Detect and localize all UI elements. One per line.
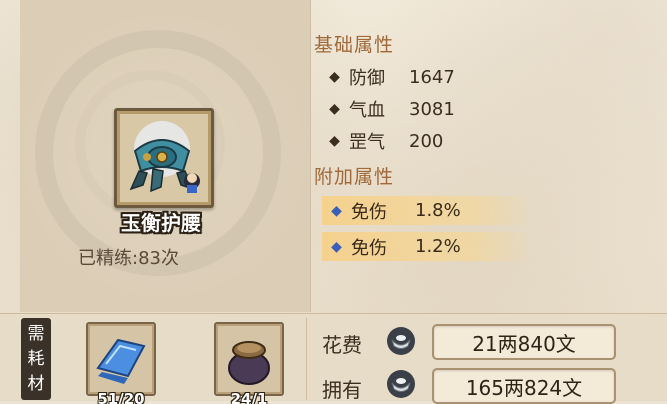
material-count: 24/1	[230, 390, 268, 404]
materials-label-char: 需	[27, 324, 45, 344]
refine-count-row: 已精练:83次	[78, 244, 179, 270]
owned-value: 165两824文	[432, 368, 616, 404]
attr-name: 气血	[349, 100, 385, 121]
base-attributes-title: 基础属性	[314, 34, 395, 56]
attr-value: 1.8%	[415, 200, 461, 221]
base-attribute-row: ◆ 气血 3081	[328, 96, 455, 122]
material-slot[interactable]	[86, 322, 156, 396]
materials-label: 需 耗 材	[21, 318, 51, 400]
diamond-bullet-icon: ◆	[329, 101, 340, 117]
attr-value: 1.2%	[415, 236, 461, 257]
attr-name: 免伤	[351, 237, 387, 259]
base-attribute-row: ◆ 防御 1647	[328, 64, 455, 90]
attr-name: 免伤	[351, 201, 387, 223]
diamond-bullet-icon: ◆	[331, 202, 342, 219]
material-slot[interactable]	[214, 322, 284, 396]
cost-label: 花费	[322, 333, 362, 357]
refine-label: 已精练:	[78, 248, 139, 269]
refine-count: 83次	[138, 248, 179, 269]
cost-value: 21两840文	[432, 324, 616, 360]
owned-label: 拥有	[322, 378, 362, 402]
bonus-attributes-title: 附加属性	[314, 166, 395, 188]
attr-value: 3081	[409, 98, 455, 120]
silver-ingot-icon	[387, 370, 415, 398]
silver-ingot-icon	[387, 327, 415, 355]
attr-value: 200	[409, 130, 444, 152]
bonus-attribute-row: ◆ 免伤 1.2%	[322, 232, 532, 261]
diamond-bullet-icon: ◆	[329, 69, 340, 85]
pouch-icon	[228, 341, 270, 385]
item-name: 玉衡护腰	[121, 211, 201, 235]
materials-label-char: 材	[27, 374, 45, 394]
item-icon-frame[interactable]	[114, 108, 214, 208]
attr-name: 罡气	[349, 132, 385, 153]
blue-cloth-icon	[96, 338, 146, 384]
materials-label-char: 耗	[27, 349, 45, 369]
attr-name: 防御	[349, 68, 385, 89]
diamond-bullet-icon: ◆	[331, 238, 342, 255]
base-attribute-row: ◆ 罡气 200	[328, 128, 443, 154]
material-count: 51/20	[97, 390, 145, 404]
divider	[306, 318, 307, 400]
attr-value: 1647	[409, 66, 455, 88]
diamond-bullet-icon: ◆	[329, 133, 340, 149]
bonus-attribute-row: ◆ 免伤 1.8%	[322, 196, 532, 225]
blue-armor-belt-icon	[129, 121, 200, 193]
